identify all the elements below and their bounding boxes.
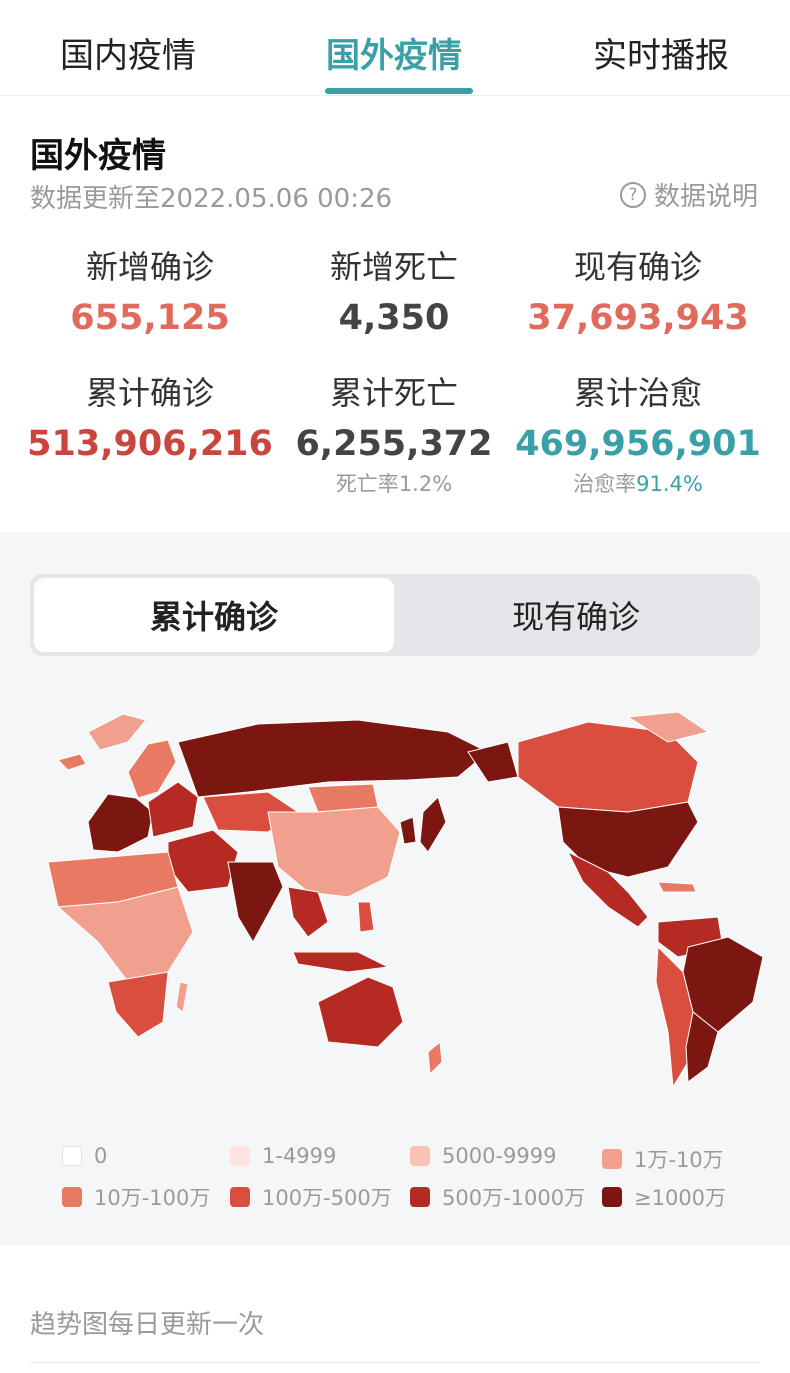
map-region-india [227, 861, 284, 944]
legend-item: 100万-500万 [230, 1182, 392, 1212]
active-tab-indicator [325, 88, 473, 94]
legend-swatch [602, 1187, 622, 1207]
stat-total-confirmed: 累计确诊 513,906,216 [20, 368, 280, 464]
question-circle-icon: ? [619, 181, 646, 208]
stat-value: 655,125 [70, 298, 230, 338]
world-map[interactable] [28, 702, 768, 1112]
map-region-western-europe [87, 793, 154, 853]
stat-value: 6,255,372 [295, 424, 493, 464]
recovery-rate: 治愈率91.4% [508, 468, 768, 498]
map-region-middle-east [167, 829, 239, 893]
map-region-china [267, 806, 401, 898]
stat-label: 累计确诊 [85, 374, 214, 412]
legend-swatch [62, 1187, 82, 1207]
map-region-iceland [57, 753, 87, 771]
legend-item: 5000-9999 [410, 1144, 556, 1168]
legend-swatch [230, 1187, 250, 1207]
legend-item: 1-4999 [230, 1144, 336, 1168]
data-explain-label: 数据说明 [653, 182, 758, 212]
stat-total-recovered: 累计治愈 469,956,901 治愈率91.4% [508, 368, 768, 498]
map-region-madagascar [175, 981, 189, 1013]
top-tabs: 国内疫情 国外疫情 实时播报 [0, 0, 790, 96]
legend-swatch [62, 1146, 82, 1166]
stat-label: 累计治愈 [573, 374, 702, 412]
toggle-total-confirmed[interactable]: 累计确诊 [34, 578, 394, 652]
map-region-southeast-asia [287, 886, 329, 938]
legend-item: 1万-10万 [602, 1144, 724, 1174]
legend-swatch [230, 1146, 250, 1166]
map-region-greenland [87, 713, 147, 751]
stat-label: 累计死亡 [329, 374, 458, 412]
toggle-current-confirmed[interactable]: 现有确诊 [396, 578, 756, 652]
legend-item: ≥1000万 [602, 1182, 726, 1212]
death-rate-label: 死亡率 [335, 472, 399, 496]
tab-live-broadcast[interactable]: 实时播报 [593, 28, 729, 77]
data-explain-link[interactable]: ? 数据说明 [619, 176, 758, 213]
legend-swatch [410, 1187, 430, 1207]
map-region-australia [317, 976, 404, 1048]
stat-value: 469,956,901 [515, 424, 761, 464]
divider [30, 1362, 760, 1363]
legend-item: 500万-1000万 [410, 1182, 585, 1212]
legend-label: 5000-9999 [442, 1144, 557, 1168]
stat-label: 新增死亡 [329, 248, 458, 286]
map-region-korea [399, 816, 417, 845]
stat-value: 37,693,943 [527, 298, 749, 338]
map-section: 累计确诊 现有确诊 0 1-4999 5000-9999 1万-10万 10万-… [0, 532, 790, 1246]
death-rate-value: 1.2% [398, 472, 453, 496]
stat-new-confirmed: 新增确诊 655,125 [20, 242, 280, 338]
map-mode-toggle: 累计确诊 现有确诊 [30, 574, 760, 656]
legend-label: 100万-500万 [262, 1186, 392, 1210]
stat-total-deaths: 累计死亡 6,255,372 死亡率1.2% [264, 368, 524, 498]
legend-label: 1万-10万 [634, 1148, 724, 1172]
tab-overseas[interactable]: 国外疫情 [326, 28, 462, 77]
legend-label: 500万-1000万 [442, 1186, 586, 1210]
recovery-rate-label: 治愈率 [573, 472, 637, 496]
map-region-indonesia [292, 951, 390, 973]
map-region-philippines [357, 901, 375, 933]
recovery-rate-value: 91.4% [636, 472, 703, 496]
map-region-new-zealand [427, 1041, 443, 1076]
stat-value: 4,350 [338, 298, 450, 338]
update-time: 数据更新至2022.05.06 00:26 [30, 184, 393, 214]
legend-label: 1-4999 [262, 1144, 337, 1168]
stat-value: 513,906,216 [27, 424, 273, 464]
legend-item: 0 [62, 1144, 107, 1168]
stat-label: 现有确诊 [573, 248, 702, 286]
legend-label: 10万-100万 [94, 1186, 211, 1210]
stat-new-deaths: 新增死亡 4,350 [264, 242, 524, 338]
stat-label: 新增确诊 [85, 248, 214, 286]
legend-swatch [602, 1149, 622, 1169]
map-region-southern-africa [107, 971, 169, 1038]
death-rate: 死亡率1.2% [264, 468, 524, 498]
tab-domestic[interactable]: 国内疫情 [60, 28, 196, 77]
legend-label: 0 [94, 1144, 108, 1168]
map-region-japan [419, 796, 447, 853]
section-title: 国外疫情 [30, 136, 166, 176]
stat-current-confirmed: 现有确诊 37,693,943 [508, 242, 768, 338]
map-region-caribbean [657, 881, 697, 893]
trend-note: 趋势图每日更新一次 [30, 1310, 265, 1340]
legend-label: ≥1000万 [634, 1186, 727, 1210]
legend-item: 10万-100万 [62, 1182, 210, 1212]
legend-swatch [410, 1146, 430, 1166]
